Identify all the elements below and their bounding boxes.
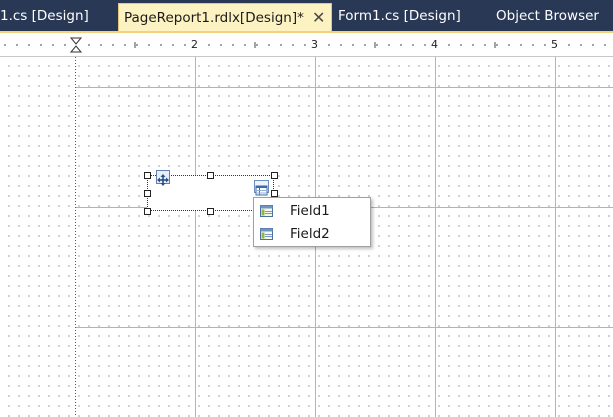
document-tab-strip: 1.cs [Design] PageReport1.rdlx[Design]* …	[0, 0, 613, 33]
resize-handle-top-center[interactable]	[207, 172, 214, 179]
list-item-label: Field1	[290, 203, 330, 219]
list-item-field2[interactable]: Field2	[254, 223, 370, 246]
ruler-ticks	[4, 37, 606, 53]
tab-form1-cs-design[interactable]: 1.cs [Design]	[0, 0, 89, 31]
ruler-number-2: 2	[191, 38, 198, 51]
resize-handle-middle-left[interactable]	[144, 190, 151, 197]
move-handle-icon[interactable]	[156, 170, 170, 186]
tab-label: 1.cs [Design]	[0, 8, 89, 24]
close-tab-icon[interactable]: ✕	[312, 4, 325, 32]
ruler-number-4: 4	[431, 38, 438, 51]
field-picker-icon[interactable]	[254, 180, 269, 196]
resize-handle-top-left[interactable]	[144, 172, 151, 179]
tab-label: PageReport1.rdlx[Design]*	[124, 10, 304, 26]
table-field-icon	[260, 228, 273, 240]
tab-label: Object Browser	[496, 8, 599, 24]
resize-handle-top-right[interactable]	[271, 172, 278, 179]
tab-label: Form1.cs [Design]	[338, 8, 461, 24]
resize-handle-middle-right[interactable]	[271, 190, 278, 197]
horizontal-ruler: 2 3 4 5	[0, 33, 613, 57]
list-item-field1[interactable]: Field1	[254, 200, 370, 223]
table-field-icon	[260, 205, 273, 217]
field-dropdown-list: Field1 Field2	[253, 197, 371, 247]
resize-handle-bottom-center[interactable]	[207, 208, 214, 215]
tab-pagereport1-design[interactable]: PageReport1.rdlx[Design]* ✕	[118, 3, 332, 31]
ruler-number-5: 5	[551, 38, 558, 51]
resize-handle-bottom-left[interactable]	[144, 208, 151, 215]
ruler-number-3: 3	[311, 38, 318, 51]
tab-object-browser[interactable]: Object Browser	[496, 0, 599, 31]
list-item-label: Field2	[290, 226, 330, 242]
tab-form1-cs-design-2[interactable]: Form1.cs [Design]	[338, 0, 461, 31]
